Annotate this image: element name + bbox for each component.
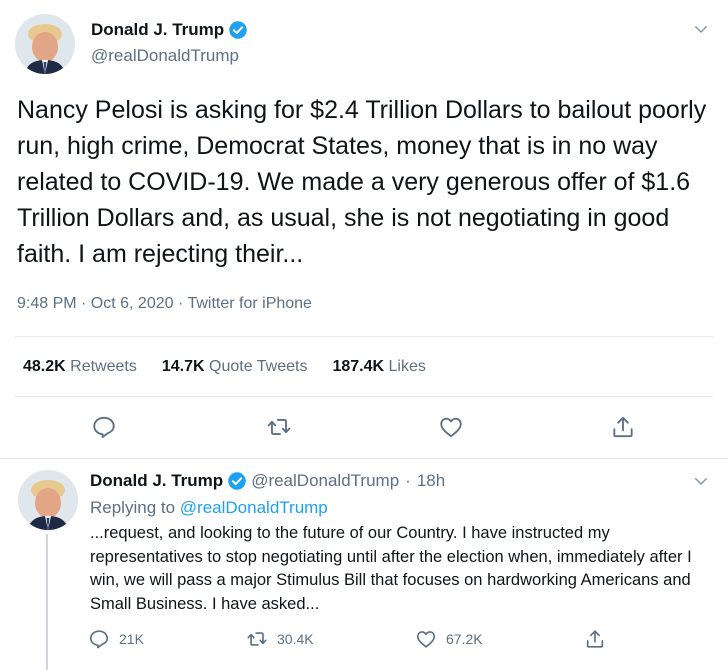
separator: · (405, 471, 411, 490)
author-display-name[interactable]: Donald J. Trump (90, 471, 223, 491)
quote-tweets-count: 14.7K (161, 358, 205, 375)
reply-icon[interactable] (91, 414, 117, 440)
retweets-stat[interactable]: 48.2K Retweets (23, 358, 137, 376)
share-icon (586, 630, 604, 648)
reply-count: 21K (119, 631, 144, 647)
replying-to: Replying to @realDonaldTrump (90, 498, 328, 518)
reply-tweet[interactable]: Donald J. Trump @realDonaldTrump · 18h R… (0, 458, 728, 670)
author-display-name[interactable]: Donald J. Trump (91, 20, 224, 40)
retweet-icon (247, 632, 267, 646)
share-button[interactable] (584, 628, 615, 650)
reply-button[interactable]: 21K (88, 628, 144, 650)
author-handle[interactable]: @realDonaldTrump (91, 46, 239, 66)
retweet-icon[interactable] (266, 414, 292, 440)
avatar-image (15, 14, 75, 74)
quote-tweets-label: Quote Tweets (209, 358, 308, 375)
verified-badge-icon (228, 20, 248, 40)
avatar-image (18, 470, 78, 530)
tweet-stats: 48.2K Retweets 14.7K Quote Tweets 187.4K… (23, 358, 451, 376)
tweet-timestamp[interactable]: 9:48 PM · Oct 6, 2020 · Twitter for iPho… (17, 295, 312, 313)
likes-label: Likes (388, 358, 426, 375)
replying-to-handle-link[interactable]: @realDonaldTrump (180, 498, 328, 517)
retweet-count: 30.4K (277, 631, 314, 647)
divider (15, 396, 713, 397)
divider (15, 336, 713, 337)
like-icon[interactable] (438, 414, 464, 440)
author-name-row: Donald J. Trump (91, 20, 248, 40)
likes-stat[interactable]: 187.4K Likes (332, 358, 425, 376)
reply-tweet-actions: 21K 30.4K 67.2K (88, 628, 688, 654)
tweet-time[interactable]: 18h (417, 471, 445, 491)
replying-to-label: Replying to (90, 498, 176, 517)
main-tweet: Donald J. Trump @realDonaldTrump Nancy P… (0, 0, 728, 459)
verified-badge-icon (227, 471, 247, 491)
retweets-label: Retweets (70, 358, 137, 375)
like-button[interactable]: 67.2K (415, 628, 483, 650)
tweet-text: Nancy Pelosi is asking for $2.4 Trillion… (17, 96, 707, 268)
chevron-down-icon[interactable] (692, 20, 710, 38)
like-count: 67.2K (446, 631, 483, 647)
chevron-down-icon[interactable] (692, 472, 710, 490)
author-handle[interactable]: @realDonaldTrump (251, 471, 399, 491)
share-icon[interactable] (610, 414, 636, 440)
likes-count: 187.4K (332, 358, 385, 375)
tweet-text: ...request, and looking to the future of… (90, 524, 692, 613)
reply-header: Donald J. Trump @realDonaldTrump · 18h (90, 471, 445, 491)
reply-icon (89, 630, 109, 649)
tweet-actions (0, 410, 728, 444)
thread-line (46, 534, 48, 670)
like-icon (416, 631, 436, 648)
quote-tweets-stat[interactable]: 14.7K Quote Tweets (162, 358, 308, 376)
retweets-count: 48.2K (23, 358, 66, 375)
retweet-button[interactable]: 30.4K (246, 628, 314, 650)
avatar[interactable] (15, 14, 75, 74)
avatar[interactable] (18, 470, 78, 530)
